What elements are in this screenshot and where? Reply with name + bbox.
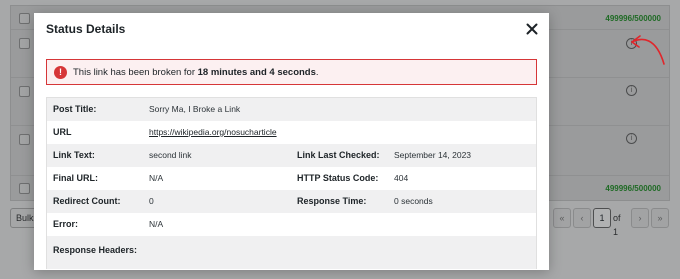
info-icon[interactable]: i [626, 85, 637, 96]
info-icon[interactable]: i [626, 133, 637, 144]
response-headers-label: Response Headers: [53, 245, 138, 255]
final-url-value: N/A [149, 173, 164, 183]
row-checkbox[interactable] [19, 86, 30, 97]
details-row: Redirect Count: 0 Response Time: 0 secon… [47, 190, 536, 213]
error-value: N/A [149, 219, 164, 229]
red-arrow-annotation [631, 35, 665, 65]
redirect-count-value: 0 [149, 196, 154, 206]
header-count: 499996/500000 [605, 14, 661, 23]
status-details-modal: Status Details ! This link has been brok… [34, 13, 549, 270]
last-page-button[interactable]: » [651, 208, 669, 228]
page-total-label: of 1 [613, 213, 621, 237]
link-last-checked-value: September 14, 2023 [394, 150, 472, 160]
details-row: Link Text: second link Link Last Checked… [47, 144, 536, 167]
final-url-label: Final URL: [53, 173, 98, 183]
row-checkbox[interactable] [19, 38, 30, 49]
response-time-label: Response Time: [297, 196, 367, 206]
details-row: Error: N/A [47, 213, 536, 236]
modal-header: Status Details [34, 13, 549, 46]
prev-page-button[interactable]: ‹ [573, 208, 591, 228]
select-all-checkbox-footer[interactable] [19, 183, 30, 194]
details-row: Response Headers: [47, 236, 536, 269]
error-label: Error: [53, 219, 79, 229]
http-status-code-value: 404 [394, 173, 409, 183]
modal-title: Status Details [46, 22, 126, 36]
http-status-code-label: HTTP Status Code: [297, 173, 379, 183]
details-row: URL https://wikipedia.org/nosucharticle [47, 121, 536, 144]
link-text-value: second link [149, 150, 192, 160]
select-all-checkbox[interactable] [19, 13, 30, 24]
details-row: Post Title: Sorry Ma, I Broke a Link [47, 98, 536, 121]
link-text-label: Link Text: [53, 150, 95, 160]
post-title-label: Post Title: [53, 104, 97, 114]
url-label: URL [53, 127, 72, 137]
post-title-value: Sorry Ma, I Broke a Link [149, 104, 241, 114]
close-icon[interactable] [524, 21, 540, 37]
row-checkbox[interactable] [19, 134, 30, 145]
next-page-button[interactable]: › [631, 208, 649, 228]
response-time-value: 0 seconds [394, 196, 433, 206]
first-page-button[interactable]: « [553, 208, 571, 228]
alert-message: This link has been broken for 18 minutes… [73, 67, 319, 78]
broken-link-alert: ! This link has been broken for 18 minut… [46, 59, 537, 85]
current-page-input[interactable]: 1 [593, 208, 611, 228]
broken-duration: 18 minutes and 4 seconds [197, 67, 316, 78]
link-last-checked-label: Link Last Checked: [297, 150, 380, 160]
redirect-count-label: Redirect Count: [53, 196, 121, 206]
error-circle-icon: ! [54, 66, 67, 79]
url-link[interactable]: https://wikipedia.org/nosucharticle [149, 127, 277, 137]
footer-count: 499996/500000 [605, 184, 661, 193]
details-table: Post Title: Sorry Ma, I Broke a Link URL… [46, 97, 537, 269]
details-row: Final URL: N/A HTTP Status Code: 404 [47, 167, 536, 190]
